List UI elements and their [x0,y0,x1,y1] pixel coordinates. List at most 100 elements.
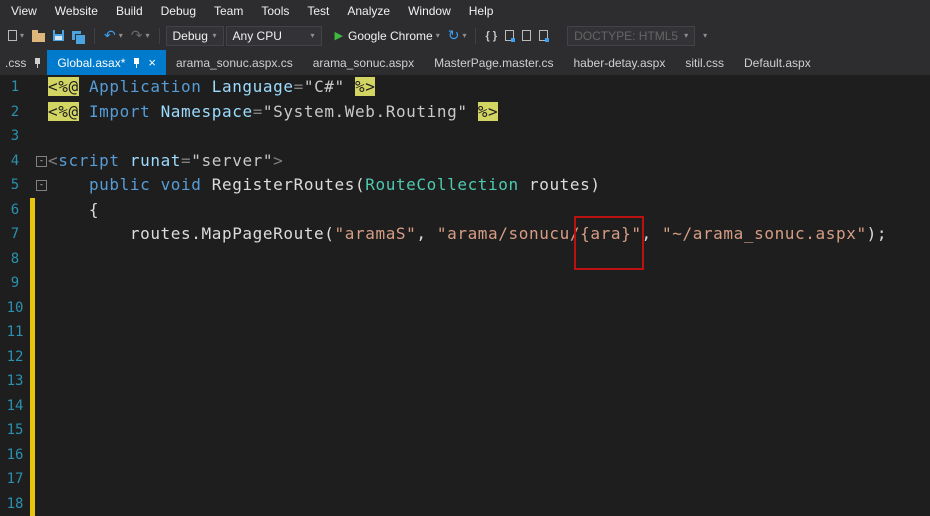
code-line-2[interactable]: 2<%@ Import Namespace="System.Web.Routin… [0,100,930,125]
new-item-icon [8,30,17,41]
code-line-7[interactable]: 7 routes.MapPageRoute("aramaS", "arama/s… [0,222,930,247]
menu-bar: ViewWebsiteBuildDebugTeamToolsTestAnalyz… [0,0,930,22]
code-line-6[interactable]: 6 { [0,198,930,223]
start-debugging-button[interactable]: ▶ Google Chrome ▾ [332,27,443,45]
open-file-button[interactable] [29,28,48,44]
play-icon: ▶ [335,29,343,42]
menu-item-view[interactable]: View [2,1,46,21]
code-editor[interactable]: 1 <%@ Application Language="C#" %>2<%@ Im… [0,75,930,516]
menu-item-test[interactable]: Test [298,1,338,21]
line-number: 9 [0,271,30,296]
platform-label: Any CPU [233,29,282,43]
doctype-dropdown[interactable]: DOCTYPE: HTML5 ▾ [567,26,695,46]
undo-button[interactable]: ↶ ▾ [101,25,126,46]
tab-label: arama_sonuc.aspx.cs [176,56,293,70]
code-line-17[interactable]: 17 [0,467,930,492]
tab-default-aspx[interactable]: Default.aspx [734,50,821,75]
save-button[interactable] [50,28,67,43]
fold-margin: - [35,149,48,174]
menu-item-help[interactable]: Help [460,1,503,21]
menu-item-debug[interactable]: Debug [152,1,205,21]
pin-icon[interactable] [33,57,42,68]
tab-label: Default.aspx [744,56,811,70]
pin-icon[interactable] [132,57,141,68]
tab-arama-sonuc-aspx[interactable]: arama_sonuc.aspx [303,50,424,75]
code-text: <%@ Application Language="C#" %> [48,75,375,100]
fold-margin [35,75,48,100]
chevron-down-icon: ▾ [311,31,315,40]
code-line-8[interactable]: 8 [0,247,930,272]
tab-label: MasterPage.master.cs [434,56,553,70]
browser-target-label: Google Chrome [348,29,433,43]
code-line-16[interactable]: 16 [0,443,930,468]
code-line-3[interactable]: 3 [0,124,930,149]
surround-with-button[interactable]: { } [482,28,500,44]
close-icon[interactable]: × [148,56,156,69]
fold-margin [35,100,48,125]
tab-strip: .css Global.asax*× arama_sonuc.aspx.cs aram… [0,49,930,75]
code-line-14[interactable]: 14 [0,394,930,419]
fold-margin [35,394,48,419]
line-number: 12 [0,345,30,370]
tab-haber-detay-aspx[interactable]: haber-detay.aspx [564,50,676,75]
code-text: public void RegisterRoutes(RouteCollecti… [48,173,601,198]
increase-indent-button[interactable] [536,28,551,43]
save-icon [53,30,64,41]
code-line-11[interactable]: 11 [0,320,930,345]
line-number: 10 [0,296,30,321]
add-item-button[interactable]: ▾ [5,28,27,43]
code-text: routes.MapPageRoute("aramaS", "arama/son… [48,222,887,247]
line-number: 2 [0,100,30,125]
chevron-down-icon: ▾ [213,31,217,40]
solution-platform-dropdown[interactable]: Any CPU ▾ [226,26,322,46]
decrease-indent-button[interactable] [519,28,534,43]
tab-label: sitil.css [685,56,724,70]
code-line-10[interactable]: 10 [0,296,930,321]
code-line-9[interactable]: 9 [0,271,930,296]
save-all-button[interactable] [69,29,88,42]
tab-label: .css [5,56,26,70]
menu-item-team[interactable]: Team [205,1,252,21]
code-line-4[interactable]: 4-<script runat="server"> [0,149,930,174]
solution-configuration-dropdown[interactable]: Debug ▾ [166,26,224,46]
redo-button[interactable]: ↷ ▾ [128,25,153,46]
fold-margin [35,345,48,370]
chevron-down-icon: ▾ [684,31,688,40]
line-number: 7 [0,222,30,247]
line-number: 5 [0,173,30,198]
line-number: 1 [0,75,30,100]
fold-margin [35,418,48,443]
menu-item-tools[interactable]: Tools [252,1,298,21]
code-line-5[interactable]: 5- public void RegisterRoutes(RouteColle… [0,173,930,198]
line-number: 3 [0,124,30,149]
redo-icon: ↷ [131,27,143,44]
menu-item-analyze[interactable]: Analyze [338,1,399,21]
code-line-13[interactable]: 13 [0,369,930,394]
code-line-12[interactable]: 12 [0,345,930,370]
collapse-icon[interactable]: - [36,156,47,167]
code-line-18[interactable]: 18 [0,492,930,516]
tab-global-asax[interactable]: Global.asax*× [47,50,166,75]
toolbar-separator [159,28,160,44]
toolbar-overflow-button[interactable]: ▾ [697,29,710,42]
refresh-button[interactable]: ↻ ▾ [445,25,470,46]
line-number: 18 [0,492,30,516]
undo-icon: ↶ [104,27,116,44]
fold-margin [35,198,48,223]
format-document-button[interactable] [502,28,517,43]
refresh-icon: ↻ [448,27,460,44]
line-number: 11 [0,320,30,345]
doctype-label: DOCTYPE: HTML5 [574,29,678,43]
tab-masterpage-master-cs[interactable]: MasterPage.master.cs [424,50,563,75]
code-line-15[interactable]: 15 [0,418,930,443]
menu-item-website[interactable]: Website [46,1,107,21]
tab-arama-sonuc-aspx-cs[interactable]: arama_sonuc.aspx.cs [166,50,303,75]
menu-item-build[interactable]: Build [107,1,152,21]
collapse-icon[interactable]: - [36,180,47,191]
tab-sitil-css[interactable]: sitil.css [675,50,734,75]
menu-item-window[interactable]: Window [399,1,460,21]
code-line-1[interactable]: 1 <%@ Application Language="C#" %> [0,75,930,100]
tab-css[interactable]: .css [0,50,47,75]
fold-margin [35,320,48,345]
tab-label: haber-detay.aspx [574,56,666,70]
